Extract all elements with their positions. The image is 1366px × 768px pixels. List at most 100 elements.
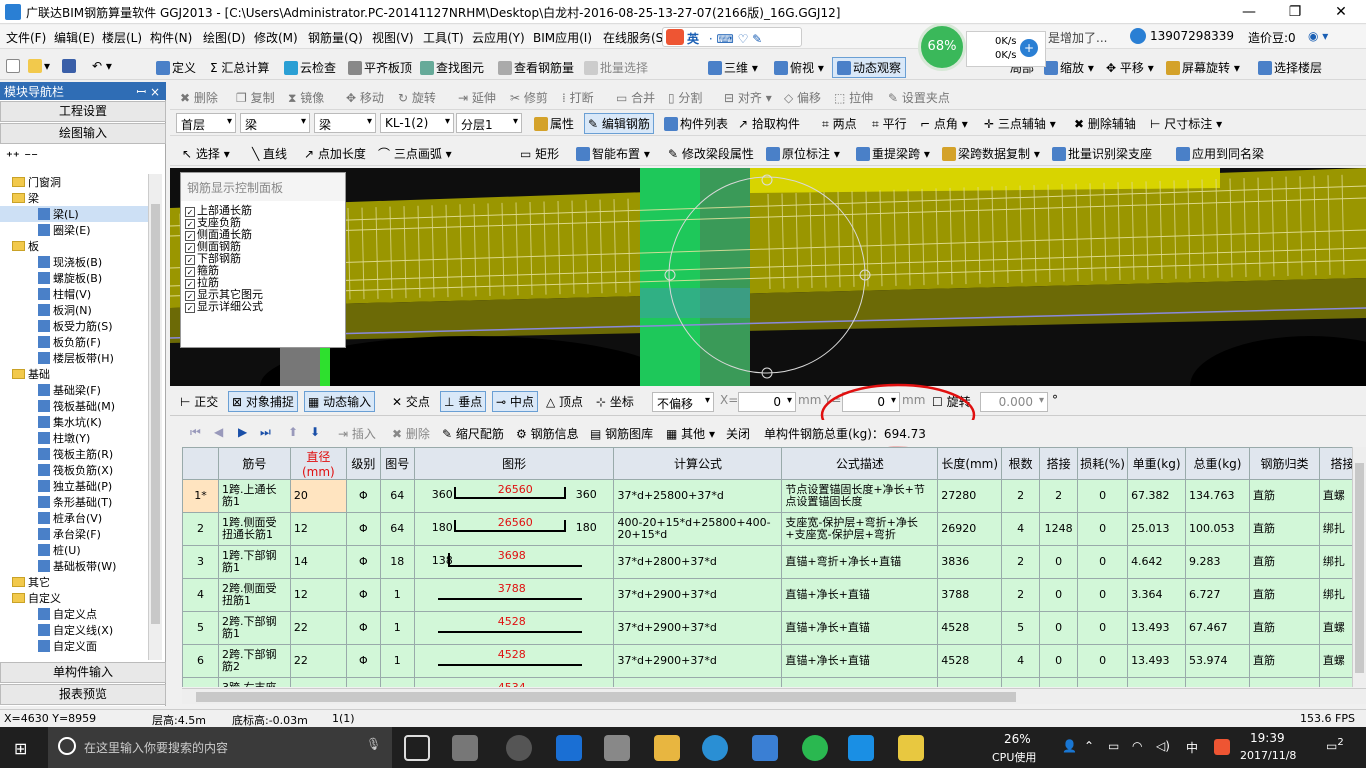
project-settings-button[interactable]: 工程设置: [0, 101, 166, 122]
cell-loss[interactable]: 0: [1077, 677, 1129, 687]
cell-count[interactable]: 1: [1001, 677, 1041, 687]
dynamic-input-button[interactable]: ▦ 动态输入: [304, 391, 376, 412]
menu-tools[interactable]: 工具(T): [423, 29, 464, 46]
select-button[interactable]: ↖ 选择 ▾: [182, 145, 230, 162]
open-file-icon[interactable]: ▾: [28, 59, 50, 73]
steel-library-button[interactable]: ▤ 钢筋图库: [590, 425, 653, 442]
batch-support-button[interactable]: 批量识别梁支座: [1052, 145, 1152, 162]
cell-loss[interactable]: 0: [1077, 512, 1129, 546]
cell-grade[interactable]: Φ: [345, 512, 381, 546]
type-select-2[interactable]: 梁: [314, 113, 376, 133]
pick-component-button[interactable]: ↗ 拾取构件: [738, 115, 800, 132]
cell-cat[interactable]: 直筋: [1249, 512, 1320, 546]
windows-start-icon[interactable]: ⊞: [14, 739, 27, 758]
table-row[interactable]: 4 2跨.侧面受扭筋1 12 Φ 1 3788 37*d+2900+37*d 直锚+净长+直锚…: [182, 578, 1366, 612]
close-button[interactable]: ✕: [1318, 0, 1364, 24]
cell-unit[interactable]: 4.642: [1127, 545, 1187, 579]
midpoint-button[interactable]: ⊸ 中点: [492, 391, 538, 412]
cell-total[interactable]: 134.763: [1185, 479, 1250, 513]
shape-cell[interactable]: 360 360 26560: [413, 479, 615, 513]
mirror-button[interactable]: ⧗ 镜像: [288, 89, 324, 106]
break-button[interactable]: ⁞ 打断: [562, 89, 594, 106]
cell-lap[interactable]: 0: [1039, 545, 1079, 579]
column-header[interactable]: 级别: [345, 447, 381, 480]
shape-cell[interactable]: 4528: [413, 611, 615, 645]
shape-cell[interactable]: 4528: [413, 644, 615, 678]
tree-item[interactable]: 筏板负筋(X): [0, 462, 150, 478]
cell-grade[interactable]: Φ: [345, 611, 381, 645]
tray-expand-icon[interactable]: ⌃: [1084, 739, 1094, 753]
battery-icon[interactable]: ▭: [1108, 739, 1119, 753]
tree-item[interactable]: 基础梁(F): [0, 382, 150, 398]
ime-toolbar[interactable]: 英 · ⌨ ♡ ✎: [662, 27, 802, 47]
notice-text[interactable]: 是增加了...: [1048, 29, 1107, 46]
cell-unit[interactable]: 13.493: [1127, 611, 1187, 645]
menu-file[interactable]: 文件(F): [6, 29, 46, 46]
edit-steel-button[interactable]: ✎ 编辑钢筋: [584, 113, 654, 134]
x-input[interactable]: 0: [738, 392, 796, 412]
cell-dia[interactable]: 22: [289, 677, 347, 687]
tree-item[interactable]: 板负筋(F): [0, 334, 150, 350]
row-index[interactable]: 6: [182, 644, 219, 678]
table-row[interactable]: 1* 1跨.上通长筋1 20 Φ 64 360 360 26560 37*d+25800+37*…: [182, 479, 1366, 513]
row-index[interactable]: 3: [182, 545, 219, 579]
tree-item[interactable]: 基础板带(W): [0, 558, 150, 574]
cell-cat[interactable]: 直筋: [1249, 611, 1320, 645]
cell-dia[interactable]: 12: [289, 578, 347, 612]
offset-select[interactable]: 不偏移: [652, 392, 714, 412]
extend-button[interactable]: ⇥ 延伸: [458, 89, 496, 106]
apply-same-button[interactable]: 应用到同名梁: [1176, 145, 1264, 162]
tree-item[interactable]: 独立基础(P): [0, 478, 150, 494]
copy-button[interactable]: ❐ 复制: [236, 89, 275, 106]
tree-item[interactable]: 自定义: [0, 590, 150, 606]
next-record-button[interactable]: ▶: [238, 425, 247, 439]
cell-cat[interactable]: 直筋: [1249, 545, 1320, 579]
tree-item[interactable]: 板: [0, 238, 150, 254]
cell-desc[interactable]: 支座宽-保护层+弯折+净长+支座宽-保护层+弯折: [781, 512, 939, 546]
cell-len[interactable]: 3788: [937, 578, 1003, 612]
cell-len[interactable]: 26920: [937, 512, 1003, 546]
cell-count[interactable]: 2: [1001, 545, 1041, 579]
cell-fig[interactable]: 1: [379, 578, 415, 612]
three-point-aux-button[interactable]: ✛ 三点辅轴 ▾: [984, 115, 1056, 132]
smart-layout-button[interactable]: 智能布置 ▾: [576, 145, 650, 162]
cell-desc[interactable]: 搭接+支座宽+搭接: [781, 677, 939, 687]
cell-unit[interactable]: 13.493: [1127, 644, 1187, 678]
menu-modify[interactable]: 修改(M): [254, 29, 298, 46]
menu-steel[interactable]: 钢筋量(Q): [308, 29, 363, 46]
cell-loss[interactable]: 0: [1077, 644, 1129, 678]
align-button[interactable]: ⊟ 对齐 ▾: [724, 89, 772, 106]
tree-item[interactable]: 板洞(N): [0, 302, 150, 318]
help-icon[interactable]: ◉ ▾: [1308, 29, 1328, 43]
top-view-button[interactable]: 俯视 ▾: [774, 59, 824, 76]
cell-desc[interactable]: 直锚+弯折+净长+直锚: [781, 545, 939, 579]
cell-name[interactable]: 1跨.侧面受扭通长筋1: [217, 512, 291, 546]
row-index[interactable]: 2: [182, 512, 219, 546]
line-button[interactable]: ╲ 直线: [252, 145, 287, 162]
rebuild-span-button[interactable]: 重提梁跨 ▾: [856, 145, 930, 162]
3d-button[interactable]: 三维 ▾: [708, 59, 758, 76]
other-menu-button[interactable]: ▦ 其他 ▾: [666, 425, 715, 442]
row-index[interactable]: 7: [182, 677, 219, 687]
tree-item[interactable]: 筏板基础(M): [0, 398, 150, 414]
volume-icon[interactable]: ◁): [1156, 739, 1170, 753]
component-select[interactable]: KL-1(2): [380, 113, 454, 133]
cell-name[interactable]: 2跨.侧面受扭筋1: [217, 578, 291, 612]
cell-formula[interactable]: 6200/3+400+6200/3: [613, 677, 783, 687]
cell-cat[interactable]: 直筋: [1249, 578, 1320, 612]
batch-select-button[interactable]: 批量选择: [584, 59, 648, 76]
menu-component[interactable]: 构件(N): [150, 29, 192, 46]
rectangle-button[interactable]: ▭ 矩形: [520, 145, 559, 162]
expand-collapse-icon[interactable]: ⁺⁺ ⁻⁻: [6, 150, 38, 165]
tree-item[interactable]: 梁: [0, 190, 150, 206]
insert-row-button[interactable]: ⇥ 插入: [338, 425, 376, 442]
column-header[interactable]: 筋号: [217, 447, 291, 480]
new-file-icon[interactable]: [6, 59, 22, 73]
cell-name[interactable]: 2跨.下部钢筋2: [217, 644, 291, 678]
cell-desc[interactable]: 直锚+净长+直锚: [781, 644, 939, 678]
rotate-button[interactable]: ↻ 旋转: [398, 89, 436, 106]
scale-rebar-button[interactable]: ✎ 缩尺配筋: [442, 425, 504, 442]
cell-fig[interactable]: 1: [379, 677, 415, 687]
cell-count[interactable]: 5: [1001, 611, 1041, 645]
cell-formula[interactable]: 37*d+2800+37*d: [613, 545, 783, 579]
